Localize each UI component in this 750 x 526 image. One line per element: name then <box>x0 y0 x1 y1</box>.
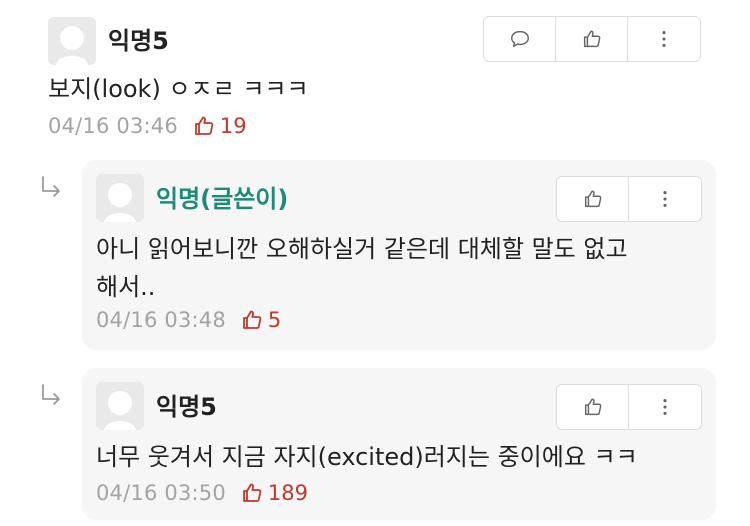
more-vertical-icon <box>663 191 667 207</box>
like-count-value: 189 <box>267 481 309 505</box>
reply-action-group <box>556 176 702 222</box>
reply-meta: 04/16 03:50 189 <box>96 481 308 505</box>
like-count-value: 5 <box>267 308 282 332</box>
thumbs-up-icon <box>584 398 601 416</box>
speech-bubble-icon <box>510 30 529 48</box>
like-count: 5 <box>240 308 281 332</box>
comment-action-group <box>483 16 701 62</box>
avatar <box>96 382 144 430</box>
like-button[interactable] <box>557 177 629 221</box>
reply-card: 익명5 너무 웃겨서 지금 자지(excited)러지는 중이에요 ㅋㅋ 04/… <box>82 368 716 520</box>
like-button[interactable] <box>557 385 629 429</box>
reply-text: 아니 읽어보니깐 오해하실거 같은데 대체할 말도 없고 해서.. <box>96 235 628 301</box>
reply-action-group <box>556 384 702 430</box>
reply-card: 익명(글쓴이) 아니 읽어보니깐 오해하실거 같은데 대체할 말도 없고 해서.… <box>82 160 716 350</box>
reply-arrow-icon <box>42 176 60 197</box>
reply-meta: 04/16 03:48 5 <box>96 308 281 332</box>
thumbs-up-icon <box>243 483 262 502</box>
reply-author-op: 익명(글쓴이) <box>156 185 289 213</box>
thumbs-up-icon <box>195 116 214 135</box>
more-button[interactable] <box>629 385 701 429</box>
default-avatar-icon <box>96 174 144 222</box>
more-vertical-icon <box>662 31 666 47</box>
reply-text: 너무 웃겨서 지금 자지(excited)러지는 중이에요 ㅋㅋ <box>96 443 638 471</box>
default-avatar-icon <box>96 382 144 430</box>
avatar <box>96 174 144 222</box>
comment-text: 보지(look) ㅇㅈㄹ ㅋㅋㅋ <box>48 75 309 103</box>
like-button[interactable] <box>556 17 628 61</box>
comment-meta: 04/16 03:46 19 <box>48 114 247 138</box>
timestamp: 04/16 03:46 <box>48 114 178 138</box>
reply-arrow-icon <box>42 384 60 405</box>
timestamp: 04/16 03:48 <box>96 308 226 332</box>
more-button[interactable] <box>629 177 701 221</box>
more-vertical-icon <box>663 399 667 415</box>
like-count-value: 19 <box>219 114 247 138</box>
like-count: 19 <box>192 114 247 138</box>
comment-author: 익명5 <box>108 27 169 55</box>
thumbs-up-icon <box>584 190 601 208</box>
timestamp: 04/16 03:50 <box>96 481 226 505</box>
default-avatar-icon <box>48 17 96 65</box>
avatar <box>48 17 96 65</box>
thumbs-up-icon <box>583 30 600 48</box>
reply-button[interactable] <box>484 17 557 61</box>
reply-author: 익명5 <box>156 393 217 421</box>
more-button[interactable] <box>628 17 700 61</box>
thumbs-up-icon <box>243 310 262 329</box>
like-count: 189 <box>240 481 308 505</box>
